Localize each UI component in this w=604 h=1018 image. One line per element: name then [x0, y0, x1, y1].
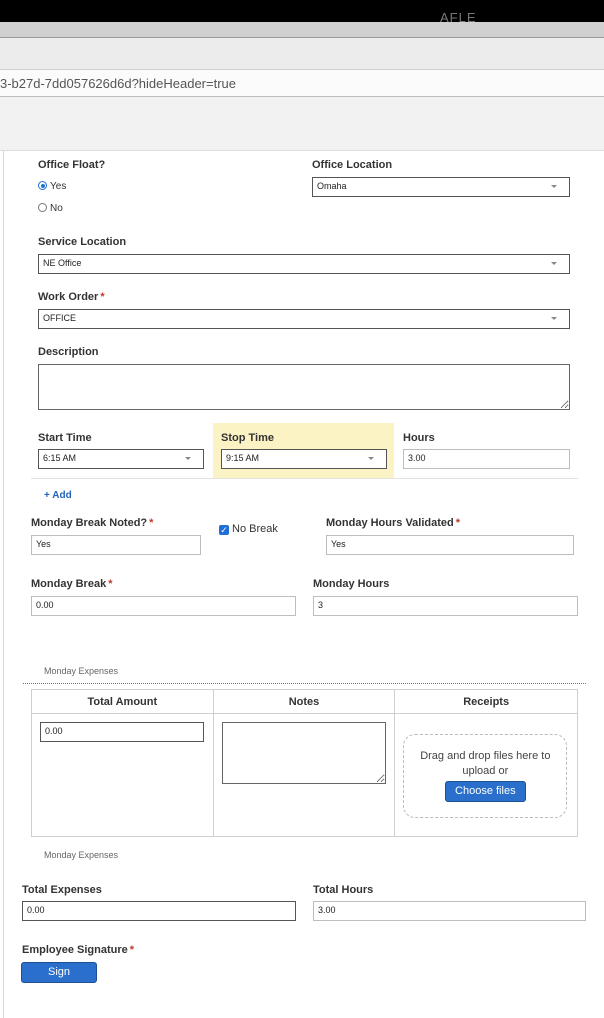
total-amount-cell: 0.00	[31, 713, 214, 837]
start-time-label: Start Time	[38, 432, 92, 444]
monday-hours-label: Monday Hours	[313, 578, 390, 590]
window-title-bar: AFLE	[0, 0, 604, 25]
notes-cell	[212, 713, 396, 837]
stop-time-select[interactable]: 9:15 AM	[221, 449, 387, 469]
hours-field[interactable]: 3.00	[403, 449, 570, 469]
chevron-down-icon	[185, 457, 191, 460]
office-float-yes-radio[interactable]: Yes	[38, 181, 66, 192]
office-location-label: Office Location	[312, 159, 393, 171]
no-break-checkbox[interactable]: ✓ No Break	[219, 523, 278, 535]
start-time-value: 6:15 AM	[43, 453, 77, 463]
time-row-divider	[31, 478, 578, 479]
table-row: 0.00 Drag and drop files here to upload …	[31, 713, 578, 837]
receipts-dropzone[interactable]: Drag and drop files here to upload or Ch…	[403, 734, 568, 818]
office-float-no-label: No	[50, 203, 63, 214]
monday-hours-validated-label: Monday Hours Validated *	[326, 517, 460, 529]
required-marker: *	[129, 944, 135, 956]
column-header-total-amount: Total Amount	[31, 689, 214, 714]
dropzone-text: Drag and drop files here to upload or	[420, 750, 551, 777]
section-divider	[23, 683, 586, 684]
monday-break-value: 0.00	[36, 600, 54, 610]
address-bar-url: 3-b27d-7dd057626d6d?hideHeader=true	[0, 76, 237, 91]
app-toolbar	[0, 97, 604, 151]
monday-hours-validated-value: Yes	[331, 539, 346, 549]
sign-button[interactable]: Sign	[21, 962, 97, 983]
total-amount-field[interactable]: 0.00	[40, 722, 204, 742]
monday-break-noted-label-text: Monday Break Noted?	[31, 517, 148, 529]
total-expenses-label: Total Expenses	[22, 884, 102, 896]
monday-hours-field[interactable]: 3	[313, 596, 578, 616]
browser-frame-strip	[0, 22, 604, 38]
chevron-down-icon	[551, 185, 557, 188]
total-hours-value: 3.00	[318, 905, 336, 915]
office-float-no-radio[interactable]: No	[38, 203, 63, 214]
total-hours-field[interactable]: 3.00	[313, 901, 586, 921]
work-order-value: OFFICE	[43, 313, 76, 323]
monday-expenses-footer-label: Monday Expenses	[44, 850, 119, 860]
monday-break-noted-field[interactable]: Yes	[31, 535, 201, 555]
description-label: Description	[38, 346, 99, 358]
work-order-label-text: Work Order	[38, 291, 99, 303]
notes-textarea[interactable]	[221, 722, 386, 784]
add-time-entry-link[interactable]: + Add	[44, 490, 72, 501]
address-bar[interactable]: 3-b27d-7dd057626d6d?hideHeader=true	[0, 70, 604, 97]
monday-hours-value: 3	[318, 600, 324, 610]
work-order-label: Work Order *	[38, 291, 105, 303]
chevron-down-icon	[368, 457, 374, 460]
office-float-label: Office Float?	[38, 159, 106, 171]
office-float-yes-label: Yes	[50, 181, 67, 192]
monday-hours-validated-field[interactable]: Yes	[326, 535, 574, 555]
total-expenses-value: 0.00	[27, 905, 45, 915]
office-location-select[interactable]: Omaha	[312, 177, 570, 197]
hours-label: Hours	[403, 432, 435, 444]
no-break-label: No Break	[232, 523, 278, 535]
required-marker: *	[100, 291, 105, 303]
employee-signature-label-text: Employee Signature	[22, 944, 128, 956]
office-location-value: Omaha	[317, 181, 347, 191]
required-marker: *	[455, 517, 461, 529]
service-location-select[interactable]: NE Office	[38, 254, 570, 274]
radio-unselected-icon	[38, 203, 47, 212]
browser-tab-bar	[0, 38, 604, 70]
total-expenses-field[interactable]: 0.00	[22, 901, 296, 921]
start-time-select[interactable]: 6:15 AM	[38, 449, 204, 469]
choose-files-button[interactable]: Choose files	[445, 781, 526, 802]
total-amount-value: 0.00	[45, 726, 63, 736]
expenses-table: Total Amount Notes Receipts 0.00 Drag an…	[31, 689, 578, 837]
column-header-receipts: Receipts	[394, 689, 578, 714]
total-hours-label: Total Hours	[313, 884, 374, 896]
monday-expenses-section-title: Monday Expenses	[44, 666, 119, 676]
required-marker: *	[108, 578, 113, 590]
stop-time-value: 9:15 AM	[226, 453, 260, 463]
work-order-select[interactable]: OFFICE	[38, 309, 570, 329]
monday-hours-validated-label-text: Monday Hours Validated	[326, 517, 454, 529]
monday-break-noted-value: Yes	[36, 539, 51, 549]
radio-selected-icon	[38, 181, 47, 190]
monday-break-label-text: Monday Break	[31, 578, 107, 590]
service-location-value: NE Office	[43, 258, 82, 268]
chevron-down-icon	[551, 317, 557, 320]
column-header-notes: Notes	[212, 689, 396, 714]
monday-break-field[interactable]: 0.00	[31, 596, 296, 616]
description-textarea[interactable]	[38, 364, 570, 410]
hours-value: 3.00	[408, 453, 426, 463]
receipts-cell: Drag and drop files here to upload or Ch…	[394, 713, 578, 837]
checkbox-checked-icon: ✓	[219, 525, 229, 535]
employee-signature-label: Employee Signature *	[22, 944, 134, 956]
monday-break-label: Monday Break *	[31, 578, 112, 590]
expenses-table-header-row: Total Amount Notes Receipts	[31, 689, 578, 714]
stop-time-label: Stop Time	[221, 432, 274, 444]
monday-break-noted-label: Monday Break Noted? *	[31, 517, 153, 529]
service-location-label: Service Location	[38, 236, 127, 248]
required-marker: *	[149, 517, 154, 529]
chevron-down-icon	[551, 262, 557, 265]
